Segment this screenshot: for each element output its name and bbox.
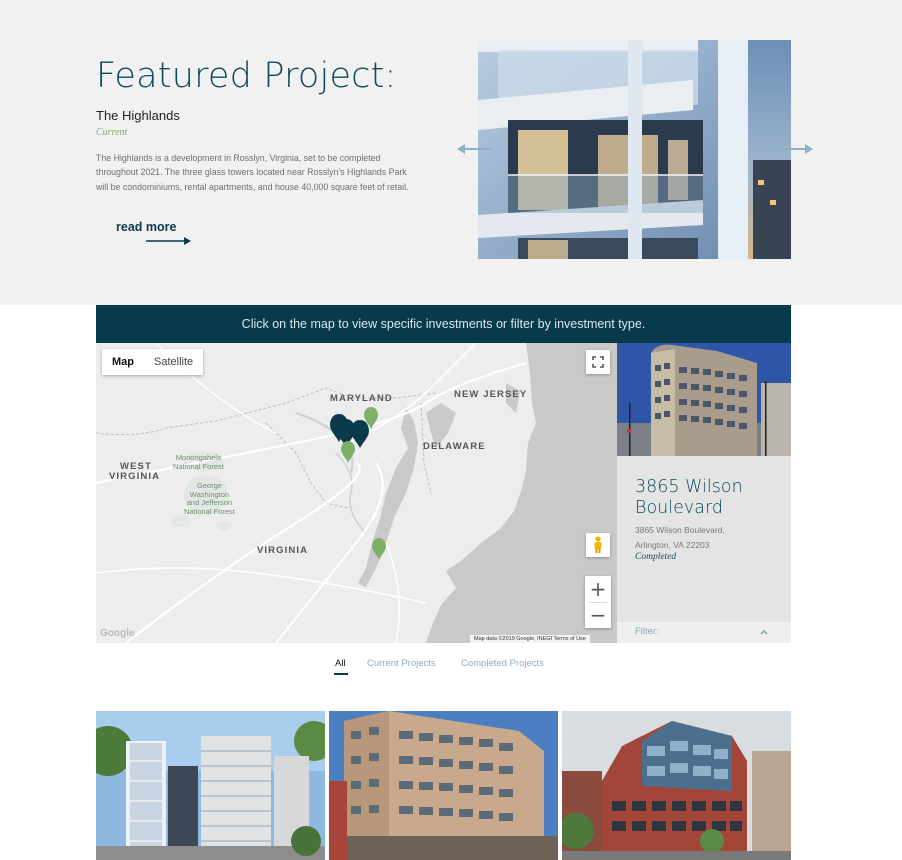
project-card-photo [96, 711, 325, 860]
tab-all[interactable]: All [335, 658, 346, 669]
map-canvas[interactable] [96, 343, 617, 643]
project-card-photo [329, 711, 558, 860]
fullscreen-button[interactable] [586, 350, 610, 374]
map-type-map-button[interactable]: Map [102, 349, 144, 375]
map-label-monongahela: Monongahela National Forest [173, 453, 224, 471]
map-label-gw-forest: George Washington and Jefferson National… [184, 481, 235, 516]
featured-project-name: The Highlands [96, 108, 180, 123]
read-more-arrow-icon[interactable] [146, 235, 192, 247]
project-card[interactable] [96, 711, 325, 860]
tab-active-underline [334, 673, 348, 675]
tab-current-projects[interactable]: Current Projects [367, 658, 436, 669]
google-logo: Google [100, 628, 135, 639]
property-title: 3865 Wilson Boulevard [635, 477, 743, 518]
featured-heading: Featured Project: [96, 56, 397, 96]
featured-project-description: The Highlands is a development in Rossly… [96, 153, 409, 192]
featured-project-status: Current [96, 127, 128, 138]
zoom-in-button[interactable]: + [585, 576, 611, 602]
map-label-maryland: MARYLAND [330, 393, 393, 404]
featured-section: Featured Project: The Highlands Current … [0, 0, 902, 305]
carousel-prev-arrow-icon[interactable] [456, 141, 492, 157]
pegman-icon [594, 536, 602, 553]
zoom-control: + − [585, 576, 611, 628]
map-label-new-jersey: NEW JERSEY [454, 389, 528, 400]
chevron-up-icon[interactable] [759, 627, 769, 637]
property-status: Completed [635, 552, 677, 562]
carousel-next-arrow-icon[interactable] [766, 141, 814, 157]
map-type-satellite-button[interactable]: Satellite [144, 349, 203, 375]
project-card-photo [562, 711, 791, 860]
property-address-line1: 3865 Wilson Boulevard, [635, 525, 725, 535]
property-detail-panel: 3865 Wilson Boulevard 3865 Wilson Boulev… [617, 343, 791, 643]
street-view-pegman-button[interactable] [586, 533, 610, 557]
read-more-link[interactable]: read more [116, 220, 176, 234]
map-instructions-banner: Click on the map to view specific invest… [96, 305, 791, 343]
filter-label: Filter: [635, 626, 659, 637]
tab-completed-projects[interactable]: Completed Projects [461, 658, 544, 669]
map-type-control: Map Satellite [102, 349, 204, 375]
map-label-delaware: DELAWARE [423, 441, 486, 452]
property-address: 3865 Wilson Boulevard, Arlington, VA 222… [635, 523, 725, 552]
map-label-west-virginia-2: VIRGINIA [109, 471, 161, 482]
property-photo [617, 343, 791, 456]
filter-toggle[interactable]: Filter: [617, 622, 791, 643]
property-address-line2: Arlington, VA 22203 [635, 539, 710, 550]
project-filter-tabs: All Current Projects Completed Projects [0, 656, 902, 680]
featured-project-photo [478, 40, 791, 259]
investment-map[interactable]: MARYLAND NEW JERSEY DELAWARE WEST VIRGIN… [96, 343, 617, 643]
map-attribution[interactable]: Map data ©2019 Google, INEGI Terms of Us… [470, 635, 590, 643]
map-label-virginia: VIRGINIA [257, 545, 309, 556]
project-card[interactable] [329, 711, 558, 860]
fullscreen-icon [592, 356, 604, 368]
project-card[interactable] [562, 711, 791, 860]
zoom-out-button[interactable]: − [585, 602, 611, 628]
